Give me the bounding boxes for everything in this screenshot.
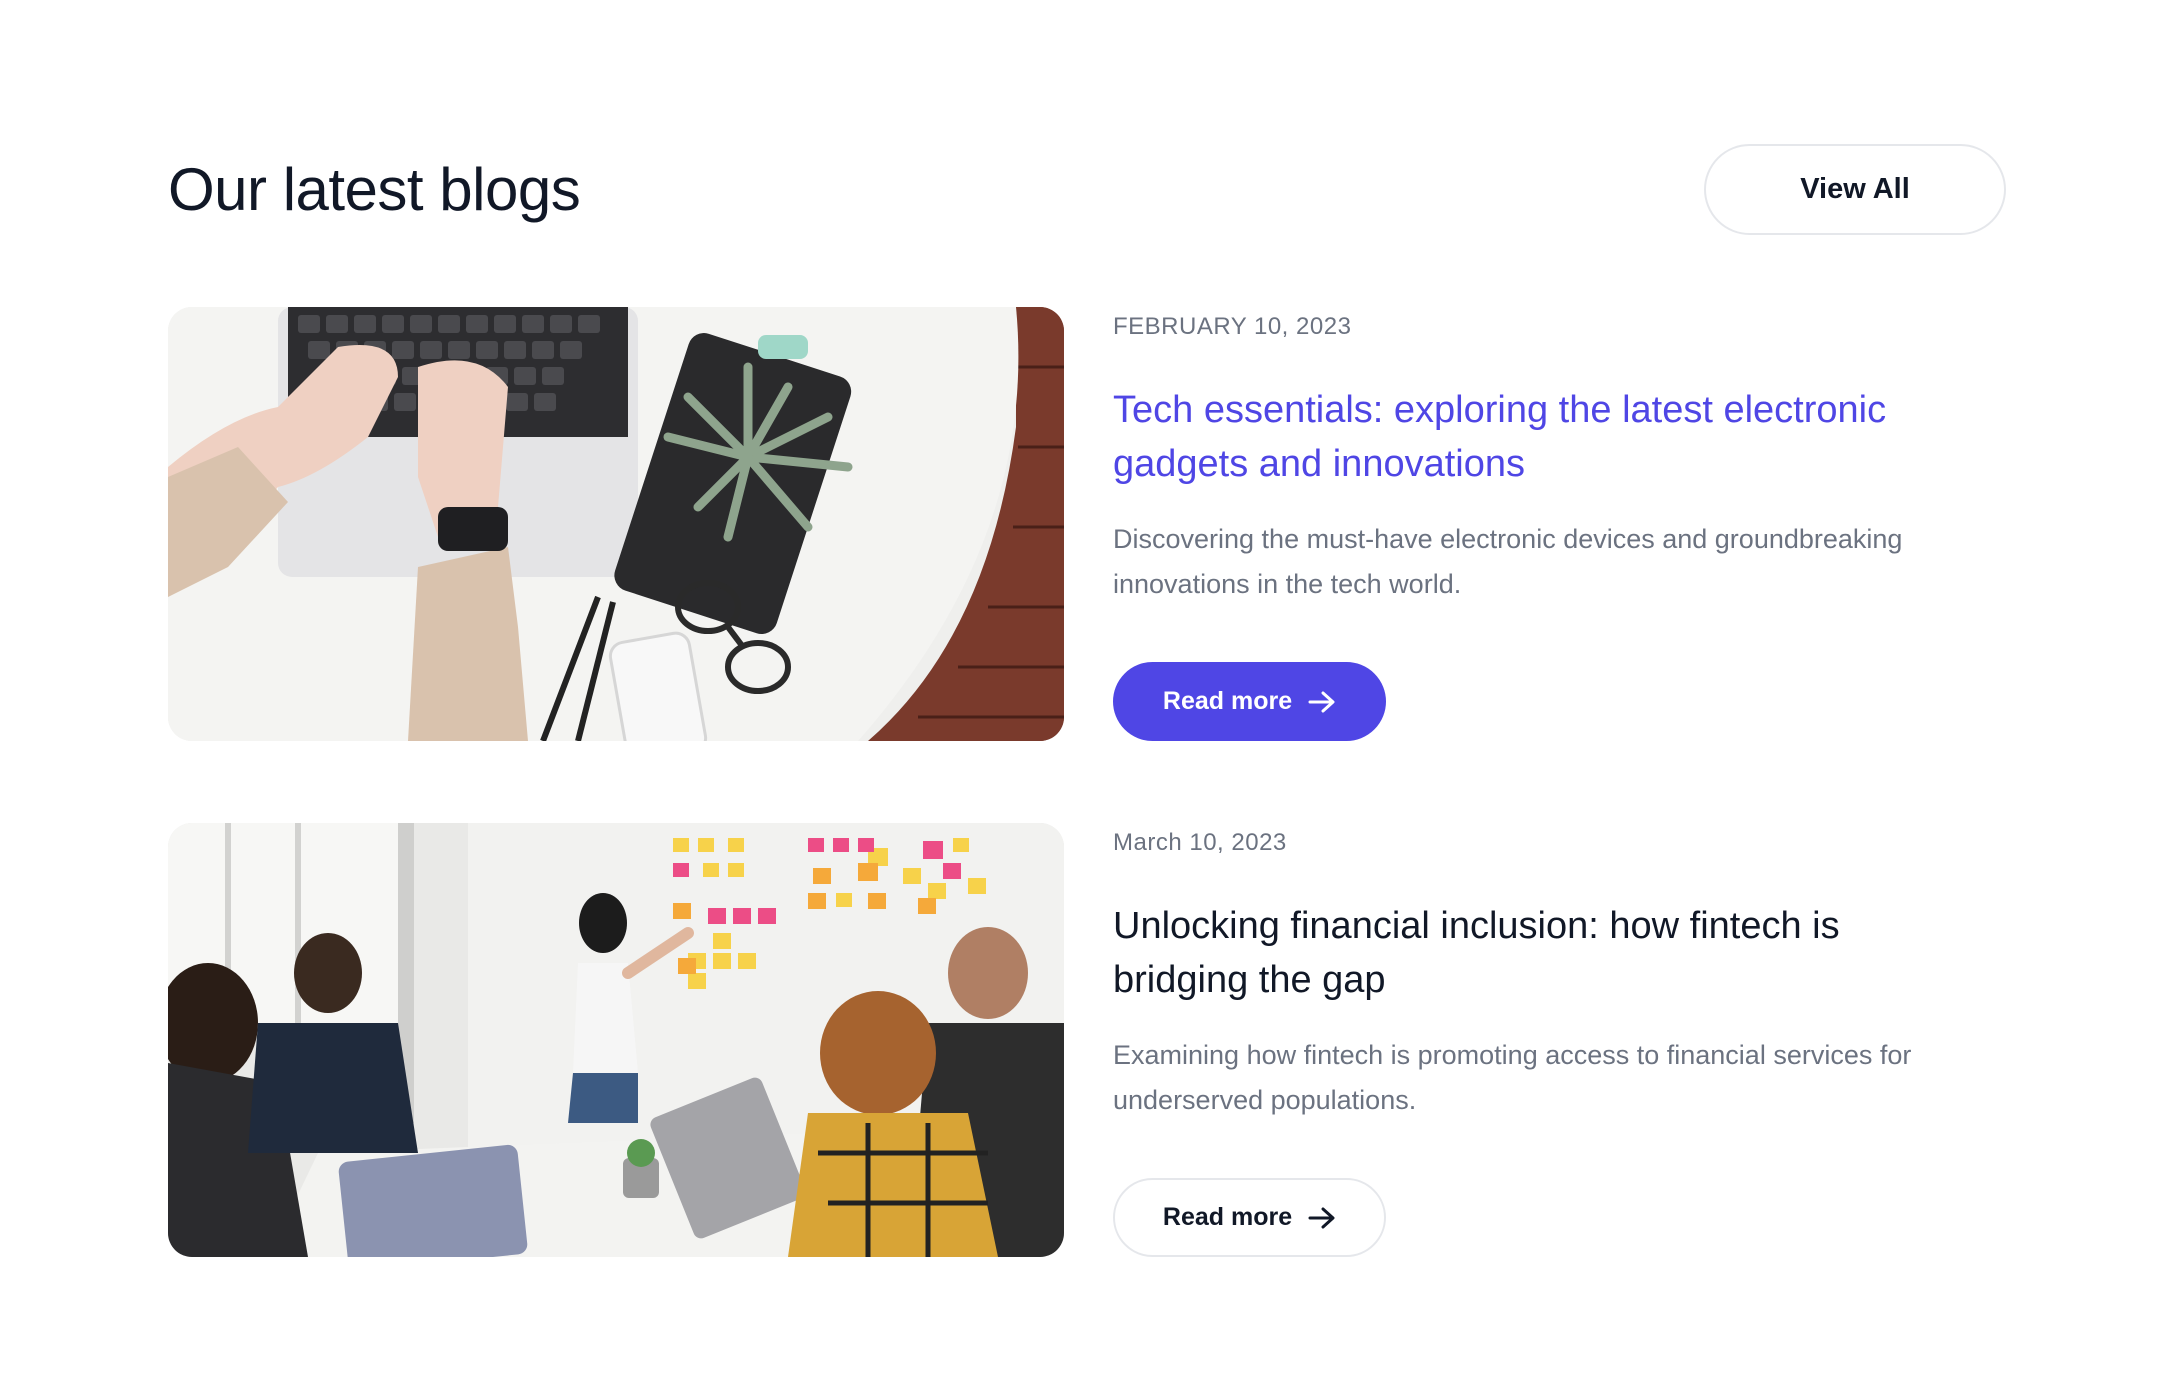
blog-post-content: FEBRUARY 10, 2023 Tech essentials: explo…: [1113, 307, 2008, 607]
team-meeting-illustration: [168, 823, 1064, 1257]
blog-section: Our latest blogs View All FEBRUARY 10, 2…: [0, 0, 2160, 1392]
blog-post-card: March 10, 2023 Unlocking financial inclu…: [168, 823, 2008, 1257]
arrow-right-icon: [1308, 1207, 1336, 1229]
blog-post-content: March 10, 2023 Unlocking financial inclu…: [1113, 823, 2008, 1123]
view-all-button[interactable]: View All: [1704, 144, 2006, 235]
post-title-link[interactable]: Tech essentials: exploring the latest el…: [1113, 383, 1973, 491]
post-excerpt: Discovering the must-have electronic dev…: [1113, 524, 1903, 599]
section-title: Our latest blogs: [168, 156, 581, 223]
read-more-button[interactable]: Read more: [1113, 662, 1386, 741]
post-date: FEBRUARY 10, 2023: [1113, 313, 1352, 340]
blog-post-image-team-meeting[interactable]: [168, 823, 1064, 1257]
blog-post-card: FEBRUARY 10, 2023 Tech essentials: explo…: [168, 307, 2008, 741]
read-more-label: Read more: [1162, 1203, 1293, 1231]
arrow-right-icon: [1308, 691, 1336, 713]
post-title-link[interactable]: Unlocking financial inclusion: how finte…: [1113, 899, 1973, 1007]
read-more-button[interactable]: Read more: [1113, 1178, 1386, 1257]
blog-post-image-laptop-desk[interactable]: [168, 307, 1064, 741]
post-date: March 10, 2023: [1113, 829, 1287, 856]
read-more-label: Read more: [1162, 687, 1293, 715]
laptop-desk-illustration: [168, 307, 1064, 741]
post-excerpt: Examining how fintech is promoting acces…: [1113, 1040, 1912, 1115]
